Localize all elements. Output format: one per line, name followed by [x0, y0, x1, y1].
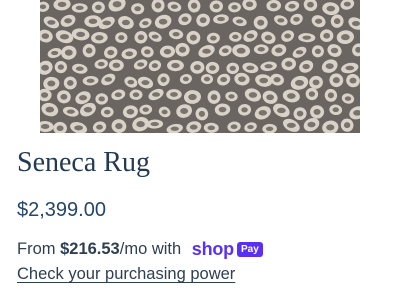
product-title: Seneca Rug	[17, 147, 150, 178]
installments-line: From $216.53 /mo with shop Pay	[17, 238, 263, 260]
product-image[interactable]	[40, 0, 360, 133]
installments-amount: $216.53	[60, 240, 120, 258]
check-purchasing-power-link[interactable]: Check your purchasing power	[17, 263, 235, 285]
rug-pattern-image	[40, 0, 360, 133]
installments-prefix: From	[17, 240, 61, 258]
shop-pay-logo: shop	[191, 239, 234, 259]
shop-pay-badge: Pay	[236, 241, 263, 257]
installments-suffix: /mo with	[119, 240, 186, 258]
product-price: $2,399.00	[17, 199, 106, 221]
